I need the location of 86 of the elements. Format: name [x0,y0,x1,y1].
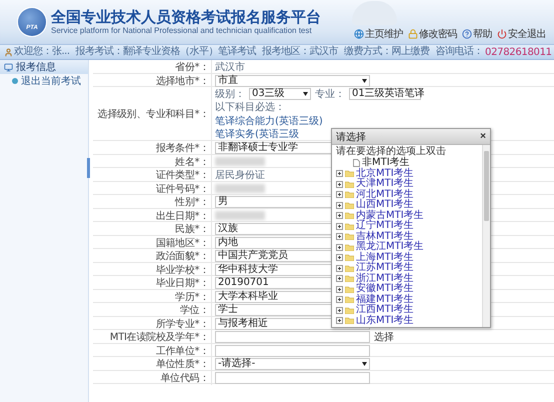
site-subtitle: Service platform for National Professional and technician qualification test [51,26,313,36]
user-icon [4,48,13,56]
plus-icon[interactable] [336,296,343,304]
bullet-icon [12,78,18,84]
header-link[interactable]: 主页维护 [354,27,403,41]
select-field[interactable]: 市直 [215,74,370,86]
plus-icon[interactable] [336,254,343,262]
lock-icon [408,29,418,39]
welcome-text: 欢迎您：张... [14,46,70,58]
plus-icon[interactable] [336,233,343,240]
field-label: 国籍地区*： [154,236,210,250]
header-link[interactable]: 安全退出 [497,27,546,41]
tree-item[interactable]: 天津MTI考生 [356,179,414,190]
globe-icon [354,29,364,39]
field-label: 毕业日期*： [154,276,210,290]
field-value: 武汉市 [215,60,245,74]
plus-icon[interactable] [336,244,343,251]
field-label: 省份*： [174,60,210,74]
header-link[interactable]: 帮助 [462,27,492,41]
input-field[interactable] [215,344,370,356]
field-label: 性别*： [174,196,210,209]
plus-icon[interactable] [336,212,343,220]
select-field[interactable]: -请选择- [215,358,370,370]
field-label: 单位代码： [159,372,210,384]
caret-icon [362,78,367,82]
power-icon [497,29,507,39]
field-label: 工作单位*： [154,344,210,358]
field-label: 学历*： [174,290,210,304]
field-label: 选择级别、专业和科目*： [96,108,210,122]
plus-icon[interactable] [336,264,343,272]
info-text: 报考地区：武汉市 [262,46,338,58]
tree-item[interactable]: 北京MTI考生 [356,168,414,179]
tree-item[interactable]: 非MTI考生 [362,158,410,168]
plus-icon[interactable] [336,170,343,178]
info-text: 咨询电话： [436,46,484,58]
tree-item[interactable]: 内蒙古MTI考生 [356,210,424,221]
file-icon [353,159,360,168]
redacted-block [215,184,265,193]
redacted-block [215,157,265,166]
field-label: 证件类型*： [154,168,210,182]
phone-number: 02782618011 [485,46,552,58]
subject-name: 笔译实务(英语三级 [215,128,299,142]
plus-icon[interactable] [336,180,343,188]
caret-icon [303,92,308,96]
plus-icon[interactable] [336,222,343,230]
field-label: 选择地市*： [154,74,210,88]
redacted-block [215,211,265,220]
field-label: 所学专业*： [154,318,210,330]
subject-note: 以下科目必选： [215,100,285,114]
field-value: 居民身份证 [215,169,265,182]
field-label: MTI在读院校及学年*： [108,330,210,344]
field-label: 政治面貌*： [154,250,210,263]
plus-icon[interactable] [336,286,343,293]
close-button[interactable]: × [480,132,486,142]
field-label: 证件号码*： [154,182,210,196]
header-link[interactable]: 修改密码 [408,27,457,41]
scrollbar[interactable] [482,145,490,327]
subject-name: 笔译综合能力(英语三级) [215,114,323,128]
sidebar-item[interactable]: 退出当前考试 [0,74,88,88]
field-label: 出生日期*： [154,210,210,222]
info-text: 缴费方式：网上缴费 [344,46,430,58]
select-link[interactable]: 选择 [374,330,394,344]
caret-icon [362,362,367,366]
field-label: 专业： [315,88,345,101]
field-label: 姓名*： [174,156,210,168]
field-label: 学位： [178,304,210,317]
field-label: 报考条件*： [154,142,210,155]
plus-icon[interactable] [336,306,343,314]
input-field[interactable] [215,331,370,343]
dialog-title: 请选择 [336,130,366,144]
site-title: 全国专业技术人员资格考试报名服务平台 [51,8,321,26]
splitter-handle[interactable] [87,158,90,178]
monitor-icon [4,62,13,72]
plus-icon[interactable] [336,275,343,282]
plus-icon[interactable] [336,191,343,198]
field-label: 毕业学校*： [154,264,210,276]
select-field[interactable]: 03三级 [249,88,311,100]
help-icon [462,29,472,39]
field-label: 民族*： [174,222,210,236]
field-label: 级别： [215,88,245,101]
plus-icon[interactable] [336,202,343,209]
input-field[interactable] [215,372,370,384]
field-label: 单位性质*： [154,358,210,371]
info-text: 报考考试：翻译专业资格（水平）笔译考试 [76,46,256,58]
plus-icon[interactable] [336,317,343,324]
sidebar-title: 报考信息 [16,60,56,74]
